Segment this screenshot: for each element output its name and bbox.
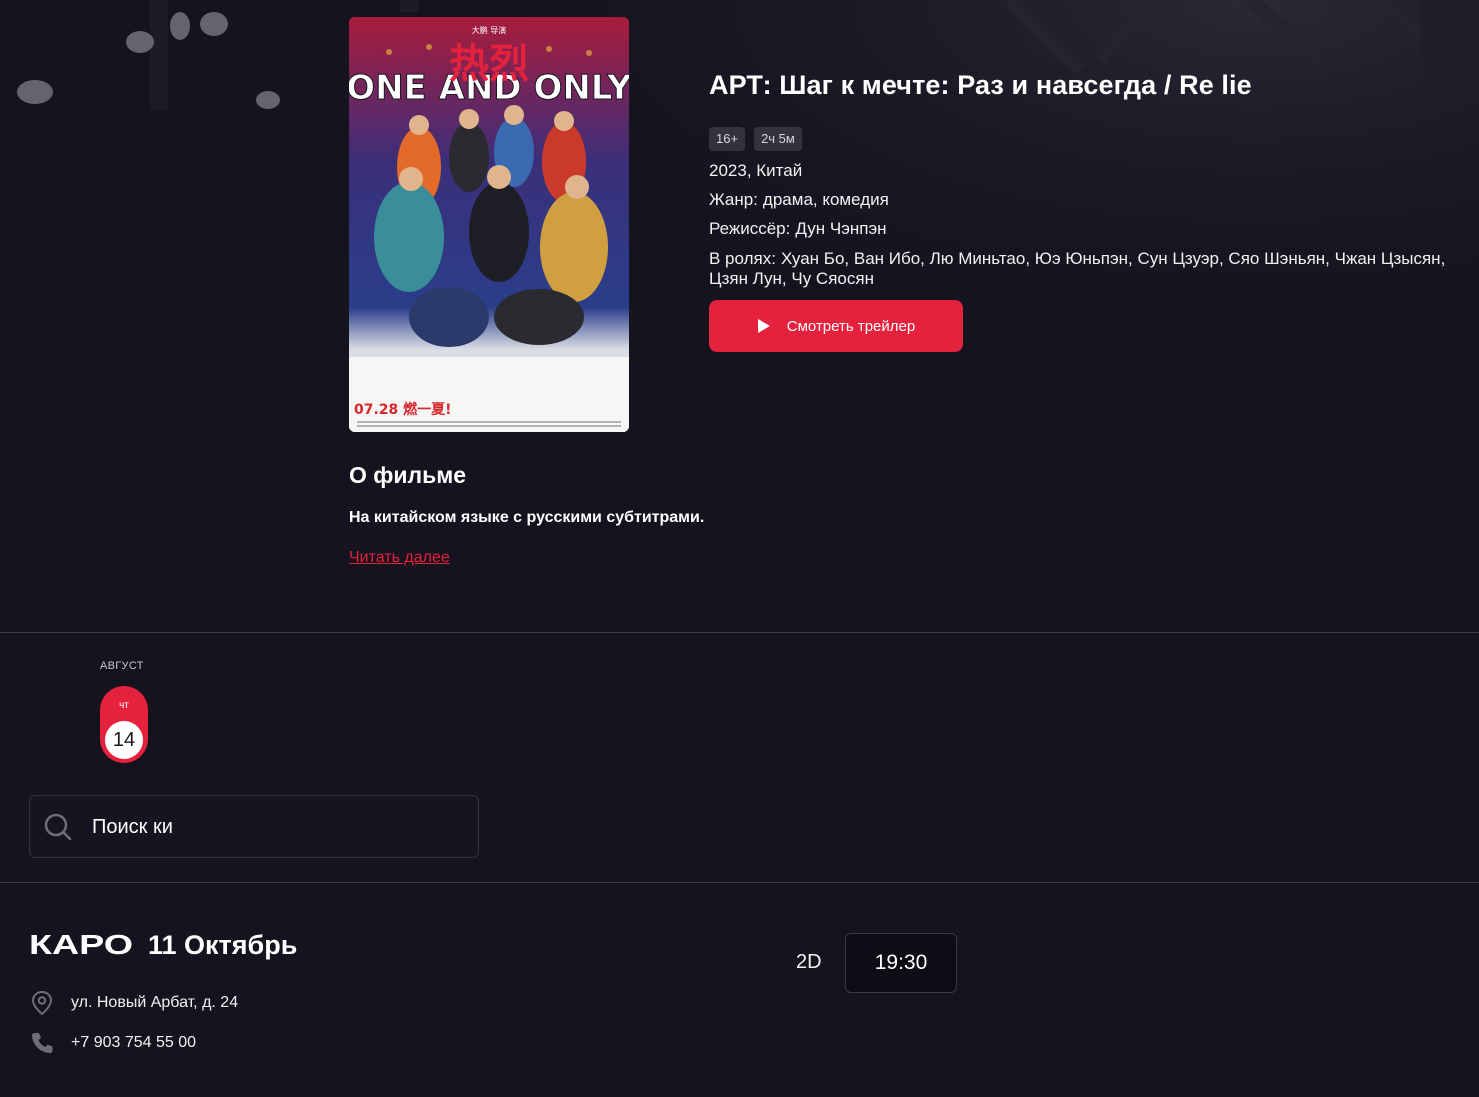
director-value: Дун Чэнпэн bbox=[795, 219, 887, 238]
film-director: Режиссёр: Дун Чэнпэн bbox=[709, 219, 887, 239]
session-time-button[interactable]: 19:30 bbox=[845, 933, 957, 993]
karo-logo-text: КАРО bbox=[29, 932, 133, 958]
film-title: АРТ: Шаг к мечте: Раз и навсегда / Re li… bbox=[709, 70, 1252, 100]
cinema-name[interactable]: 11 Октябрь bbox=[148, 930, 297, 961]
about-title: О фильме bbox=[349, 462, 467, 488]
director-label: Режиссёр: bbox=[709, 219, 791, 238]
cinema-address: ул. Новый Арбат, д. 24 bbox=[29, 990, 238, 1016]
cast-value: Хуан Бо, Ван Ибо, Лю Миньтао, Юэ Юньпэн,… bbox=[709, 249, 1446, 288]
cast-label: В ролях: bbox=[709, 249, 776, 268]
poster-title-cn: 热烈 bbox=[449, 41, 529, 87]
genre-value: драма, комедия bbox=[762, 190, 889, 209]
cinema-search-box bbox=[29, 795, 479, 858]
karo-logo: КАРО bbox=[29, 932, 133, 958]
film-poster: 大鹏 导演 ONE AND ONLY 热烈 07.28 燃一夏! bbox=[349, 17, 629, 432]
film-year-country: 2023, Китай bbox=[709, 161, 803, 180]
read-more-link[interactable]: Читать далее bbox=[349, 549, 450, 567]
date-selector-day[interactable]: чт 14 bbox=[100, 686, 148, 763]
watch-trailer-label: Смотреть трейлер bbox=[786, 317, 916, 335]
divider bbox=[0, 882, 1479, 883]
phone-icon bbox=[32, 1033, 53, 1053]
day-number: 14 bbox=[105, 721, 143, 759]
watch-trailer-button[interactable]: Смотреть трейлер bbox=[709, 300, 963, 352]
film-genre: Жанр: драма, комедия bbox=[709, 190, 889, 210]
film-badges: 16+ 2ч 5м bbox=[709, 127, 802, 151]
duration-badge: 2ч 5м bbox=[754, 127, 802, 151]
search-input[interactable] bbox=[92, 810, 462, 844]
month-label: АВГУСТ bbox=[100, 660, 144, 672]
cinema-phone: +7 903 754 55 00 bbox=[29, 1030, 196, 1056]
about-text: На китайском языке с русскими субтитрами… bbox=[349, 509, 705, 526]
location-pin-icon bbox=[31, 990, 53, 1016]
search-icon bbox=[44, 813, 72, 841]
play-icon bbox=[757, 319, 770, 333]
genre-label: Жанр: bbox=[709, 190, 758, 209]
poster-top-text: 大鹏 导演 bbox=[472, 25, 507, 35]
address-text: ул. Новый Арбат, д. 24 bbox=[71, 994, 239, 1011]
phone-text[interactable]: +7 903 754 55 00 bbox=[71, 1034, 196, 1052]
poster-date-text: 07.28 燃一夏! bbox=[354, 401, 452, 418]
divider bbox=[0, 632, 1479, 633]
day-of-week: чт bbox=[119, 700, 129, 711]
age-rating-badge: 16+ bbox=[709, 127, 746, 151]
film-cast: В ролях: Хуан Бо, Ван Ибо, Лю Миньтао, Юэ… bbox=[709, 249, 1469, 289]
format-label: 2D bbox=[796, 951, 822, 973]
